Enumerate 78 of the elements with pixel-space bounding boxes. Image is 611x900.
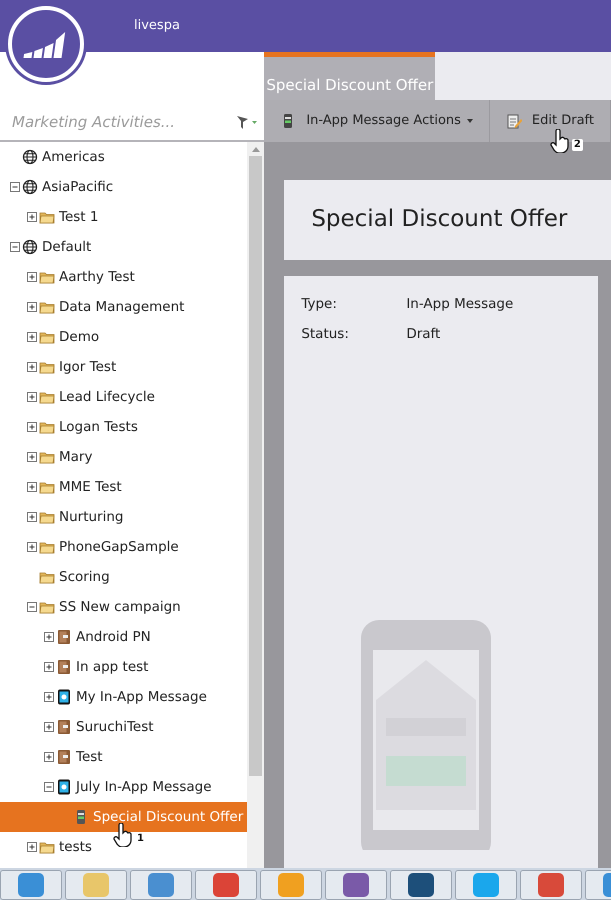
tree-item[interactable]: Nurturing bbox=[0, 502, 128, 532]
expand-icon[interactable] bbox=[27, 302, 37, 312]
app-icon bbox=[343, 873, 369, 897]
tree-item[interactable]: Lead Lifecycle bbox=[0, 382, 159, 412]
tree-item[interactable]: tests bbox=[0, 832, 96, 862]
search-field[interactable]: Marketing Activities... bbox=[0, 110, 264, 134]
app-icon bbox=[148, 873, 174, 897]
caret-icon bbox=[466, 119, 473, 123]
tree-item[interactable]: My In-App Message bbox=[0, 682, 211, 712]
expand-icon[interactable] bbox=[44, 632, 54, 642]
expand-icon[interactable] bbox=[44, 692, 54, 702]
asset-title: Special Discount Offer bbox=[311, 206, 568, 234]
tree-item[interactable]: Data Management bbox=[0, 292, 188, 322]
globe-icon bbox=[22, 149, 38, 165]
app-icon bbox=[18, 873, 44, 897]
expand-icon[interactable] bbox=[44, 662, 54, 672]
filter-icon[interactable] bbox=[236, 114, 258, 130]
tree-item[interactable]: Demo bbox=[0, 322, 104, 352]
program-icon bbox=[56, 629, 72, 645]
program-icon bbox=[56, 659, 72, 675]
menu-button[interactable]: In-App Message Actions bbox=[264, 100, 490, 142]
phone-icon bbox=[56, 689, 72, 705]
expand-icon[interactable] bbox=[27, 482, 37, 492]
tree-item[interactable]: AsiaPacific bbox=[0, 172, 118, 202]
tree-item[interactable]: SS New campaign bbox=[0, 592, 185, 622]
expand-icon[interactable] bbox=[27, 362, 37, 372]
workspace-name: livespa bbox=[134, 17, 180, 35]
tree-item[interactable]: Scoring bbox=[0, 562, 114, 592]
app-icon bbox=[278, 873, 304, 897]
tree-item[interactable]: Android PN bbox=[0, 622, 155, 652]
expand-icon[interactable] bbox=[44, 752, 54, 762]
scrollbar[interactable] bbox=[247, 142, 264, 868]
globe-icon bbox=[22, 179, 38, 195]
app-icon bbox=[213, 873, 239, 897]
tree-item[interactable]: Test 1 bbox=[0, 202, 102, 232]
collapse-icon[interactable] bbox=[10, 242, 20, 252]
tree-item[interactable]: Default bbox=[0, 232, 96, 262]
taskbar-button[interactable] bbox=[195, 870, 257, 900]
tree-item[interactable]: PhoneGapSample bbox=[0, 532, 183, 562]
phone-icon bbox=[56, 779, 72, 795]
expand-icon[interactable] bbox=[27, 332, 37, 342]
tree-item[interactable]: MME Test bbox=[0, 472, 126, 502]
tree-item[interactable]: Igor Test bbox=[0, 352, 120, 382]
expand-icon[interactable] bbox=[27, 392, 37, 402]
app-icon bbox=[408, 873, 434, 897]
tree-item[interactable]: Test bbox=[0, 742, 107, 772]
expand-icon[interactable] bbox=[27, 452, 37, 462]
expand-icon[interactable] bbox=[27, 212, 37, 222]
expand-icon[interactable] bbox=[27, 842, 37, 852]
edit-icon bbox=[506, 113, 522, 129]
expand-icon[interactable] bbox=[44, 722, 54, 732]
program-icon bbox=[56, 749, 72, 765]
collapse-icon[interactable] bbox=[10, 182, 20, 192]
tree-item[interactable]: Mary bbox=[0, 442, 96, 472]
field-label: Status: bbox=[301, 325, 350, 344]
tree-item[interactable]: Logan Tests bbox=[0, 412, 142, 442]
taskbar-button[interactable] bbox=[520, 870, 582, 900]
tree-item[interactable]: Americas bbox=[0, 142, 109, 172]
tree-item[interactable]: SuruchiTest bbox=[0, 712, 158, 742]
collapse-icon[interactable] bbox=[44, 782, 54, 792]
field-label: Type: bbox=[301, 295, 338, 314]
program-icon bbox=[56, 719, 72, 735]
tree-item[interactable]: Aarthy Test bbox=[0, 262, 139, 292]
expand-icon[interactable] bbox=[27, 422, 37, 432]
taskbar-button[interactable] bbox=[390, 870, 452, 900]
expand-icon[interactable] bbox=[27, 272, 37, 282]
taskbar-button[interactable] bbox=[325, 870, 387, 900]
tree-item[interactable]: July In-App Message bbox=[0, 772, 216, 802]
app-icon bbox=[538, 873, 564, 897]
expand-icon[interactable] bbox=[27, 512, 37, 522]
collapse-icon[interactable] bbox=[27, 602, 37, 612]
globe-icon bbox=[22, 239, 38, 255]
expand-icon[interactable] bbox=[27, 542, 37, 552]
field-value: In-App Message bbox=[406, 295, 514, 314]
tree-item[interactable]: In app test bbox=[0, 652, 152, 682]
app-icon bbox=[83, 873, 109, 897]
field-value: Draft bbox=[406, 325, 440, 344]
app-icon bbox=[473, 873, 499, 897]
